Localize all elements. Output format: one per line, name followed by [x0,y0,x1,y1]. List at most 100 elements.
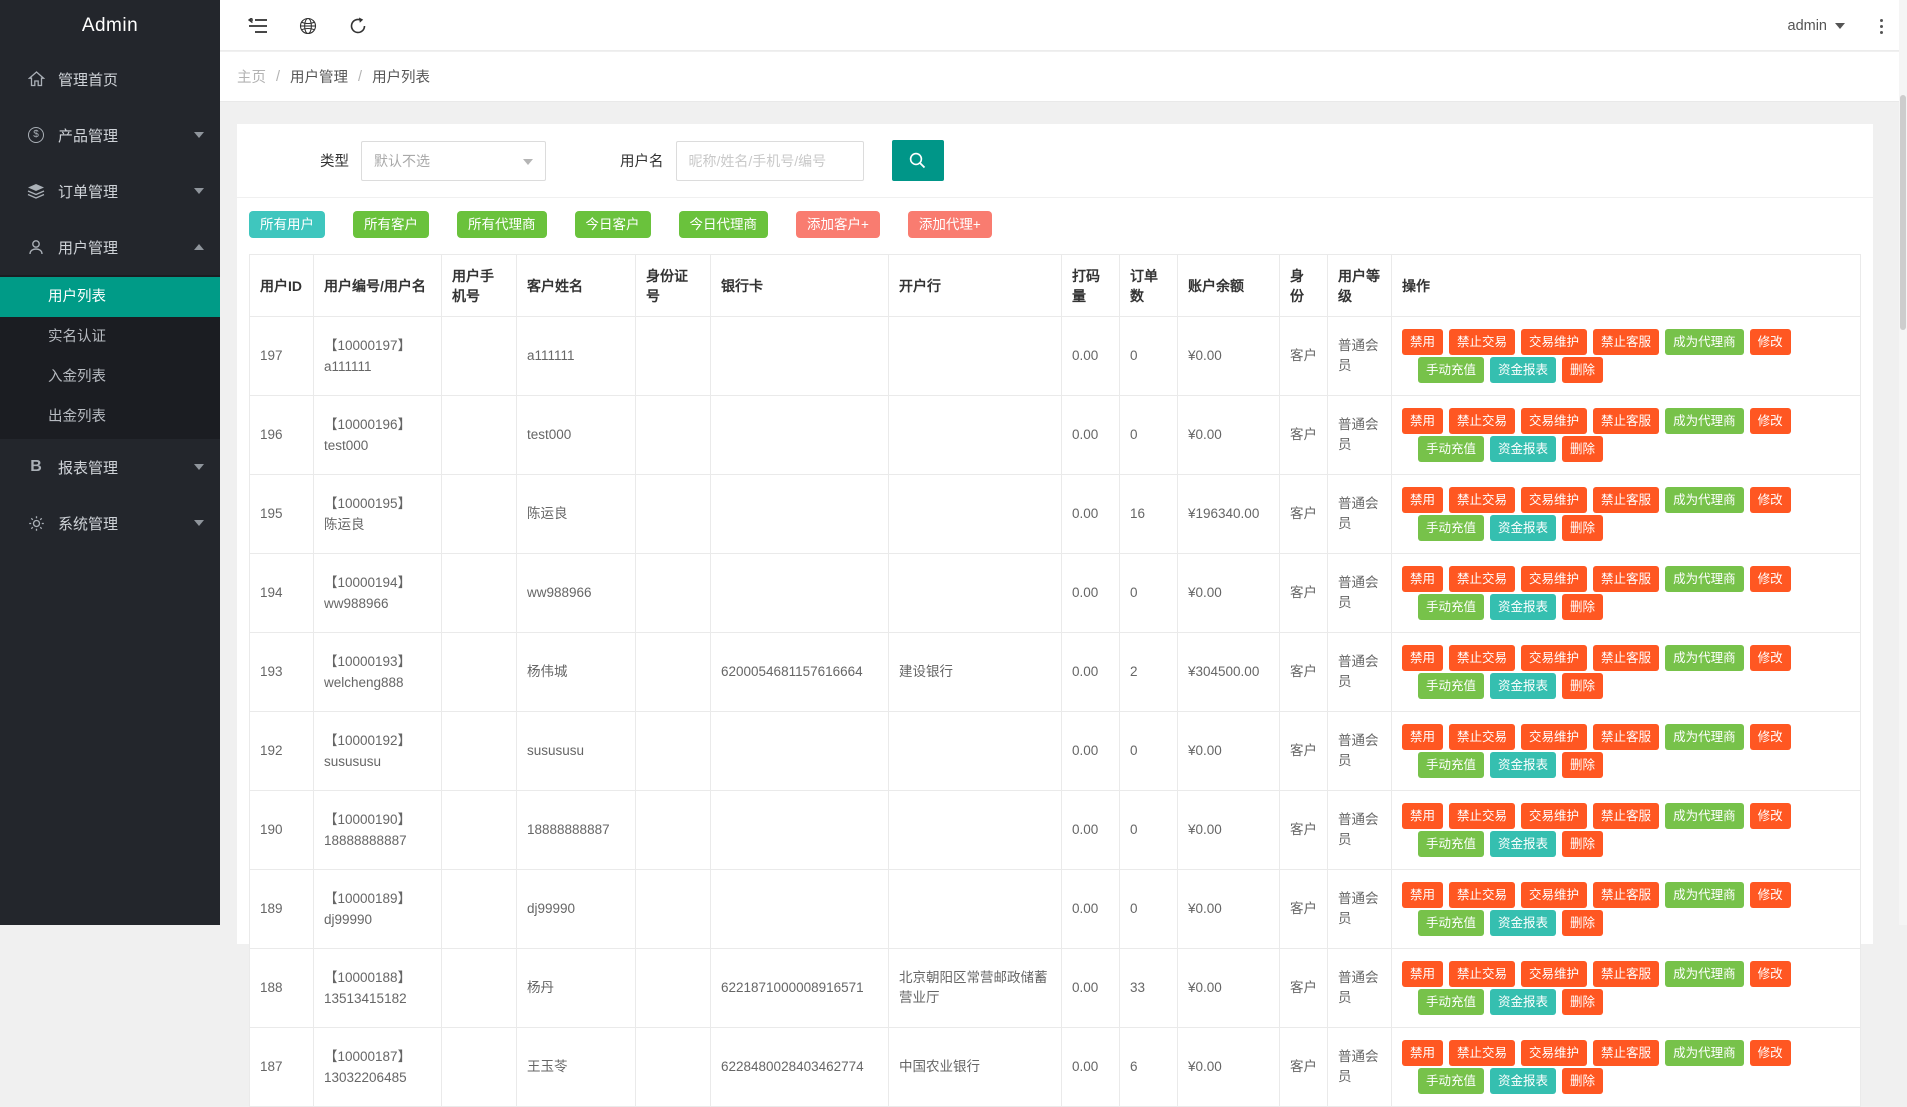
op-delete-button[interactable]: 删除 [1562,752,1603,778]
op-forbid-trade-button[interactable]: 禁止交易 [1449,329,1515,355]
op-manual-recharge-button[interactable]: 手动充值 [1418,673,1484,699]
op-forbid-service-button[interactable]: 禁止客服 [1593,408,1659,434]
op-fund-report-button[interactable]: 资金报表 [1490,357,1556,383]
sidebar-item-users[interactable]: 用户管理 [0,219,220,275]
scrollbar[interactable] [1899,0,1907,925]
op-fund-report-button[interactable]: 资金报表 [1490,752,1556,778]
op-manual-recharge-button[interactable]: 手动充值 [1418,989,1484,1015]
op-delete-button[interactable]: 删除 [1562,436,1603,462]
op-disable-button[interactable]: 禁用 [1402,487,1443,513]
all-customers-button[interactable]: 所有客户 [353,211,429,238]
op-become-agent-button[interactable]: 成为代理商 [1665,487,1744,513]
op-trade-maintain-button[interactable]: 交易维护 [1521,803,1587,829]
op-forbid-service-button[interactable]: 禁止客服 [1593,961,1659,987]
op-become-agent-button[interactable]: 成为代理商 [1665,1040,1744,1066]
op-disable-button[interactable]: 禁用 [1402,803,1443,829]
op-trade-maintain-button[interactable]: 交易维护 [1521,329,1587,355]
breadcrumb-home[interactable]: 主页 [237,66,266,87]
sidebar-item-system[interactable]: 系统管理 [0,495,220,551]
op-edit-button[interactable]: 修改 [1750,1040,1791,1066]
op-disable-button[interactable]: 禁用 [1402,882,1443,908]
op-edit-button[interactable]: 修改 [1750,724,1791,750]
op-become-agent-button[interactable]: 成为代理商 [1665,566,1744,592]
op-disable-button[interactable]: 禁用 [1402,724,1443,750]
kebab-menu-icon[interactable] [1873,15,1889,37]
op-manual-recharge-button[interactable]: 手动充值 [1418,752,1484,778]
op-disable-button[interactable]: 禁用 [1402,961,1443,987]
op-forbid-service-button[interactable]: 禁止客服 [1593,487,1659,513]
op-become-agent-button[interactable]: 成为代理商 [1665,724,1744,750]
op-manual-recharge-button[interactable]: 手动充值 [1418,436,1484,462]
op-fund-report-button[interactable]: 资金报表 [1490,910,1556,936]
sidebar-item-reports[interactable]: B 报表管理 [0,439,220,495]
op-fund-report-button[interactable]: 资金报表 [1490,515,1556,541]
op-forbid-service-button[interactable]: 禁止客服 [1593,329,1659,355]
op-become-agent-button[interactable]: 成为代理商 [1665,645,1744,671]
op-disable-button[interactable]: 禁用 [1402,408,1443,434]
op-edit-button[interactable]: 修改 [1750,961,1791,987]
op-forbid-trade-button[interactable]: 禁止交易 [1449,566,1515,592]
op-forbid-trade-button[interactable]: 禁止交易 [1449,724,1515,750]
op-manual-recharge-button[interactable]: 手动充值 [1418,357,1484,383]
op-delete-button[interactable]: 删除 [1562,1068,1603,1094]
user-menu[interactable]: admin [1788,0,1846,51]
op-forbid-service-button[interactable]: 禁止客服 [1593,882,1659,908]
op-trade-maintain-button[interactable]: 交易维护 [1521,882,1587,908]
op-forbid-service-button[interactable]: 禁止客服 [1593,724,1659,750]
username-input[interactable] [676,141,864,181]
op-forbid-service-button[interactable]: 禁止客服 [1593,803,1659,829]
op-edit-button[interactable]: 修改 [1750,566,1791,592]
add-customer-button[interactable]: 添加客户+ [796,211,880,238]
sidebar-item-user-list[interactable]: 用户列表 [0,277,220,317]
op-fund-report-button[interactable]: 资金报表 [1490,989,1556,1015]
op-fund-report-button[interactable]: 资金报表 [1490,594,1556,620]
op-disable-button[interactable]: 禁用 [1402,1040,1443,1066]
op-delete-button[interactable]: 删除 [1562,831,1603,857]
op-fund-report-button[interactable]: 资金报表 [1490,1068,1556,1094]
sidebar-item-orders[interactable]: 订单管理 [0,163,220,219]
op-manual-recharge-button[interactable]: 手动充值 [1418,910,1484,936]
op-manual-recharge-button[interactable]: 手动充值 [1418,1068,1484,1094]
op-forbid-trade-button[interactable]: 禁止交易 [1449,487,1515,513]
op-manual-recharge-button[interactable]: 手动充值 [1418,594,1484,620]
op-fund-report-button[interactable]: 资金报表 [1490,831,1556,857]
op-delete-button[interactable]: 删除 [1562,910,1603,936]
refresh-icon[interactable] [346,14,370,38]
op-trade-maintain-button[interactable]: 交易维护 [1521,566,1587,592]
op-forbid-trade-button[interactable]: 禁止交易 [1449,408,1515,434]
collapse-menu-icon[interactable] [246,14,270,38]
op-delete-button[interactable]: 删除 [1562,673,1603,699]
sidebar-item-real-name-auth[interactable]: 实名认证 [0,317,220,357]
op-forbid-service-button[interactable]: 禁止客服 [1593,645,1659,671]
type-select[interactable]: 默认不选 [361,141,546,181]
op-fund-report-button[interactable]: 资金报表 [1490,436,1556,462]
op-forbid-trade-button[interactable]: 禁止交易 [1449,1040,1515,1066]
all-users-button[interactable]: 所有用户 [249,211,325,238]
op-become-agent-button[interactable]: 成为代理商 [1665,329,1744,355]
op-fund-report-button[interactable]: 资金报表 [1490,673,1556,699]
op-trade-maintain-button[interactable]: 交易维护 [1521,408,1587,434]
op-forbid-trade-button[interactable]: 禁止交易 [1449,961,1515,987]
op-trade-maintain-button[interactable]: 交易维护 [1521,961,1587,987]
globe-icon[interactable] [296,14,320,38]
op-trade-maintain-button[interactable]: 交易维护 [1521,487,1587,513]
op-become-agent-button[interactable]: 成为代理商 [1665,408,1744,434]
op-disable-button[interactable]: 禁用 [1402,329,1443,355]
op-delete-button[interactable]: 删除 [1562,515,1603,541]
op-disable-button[interactable]: 禁用 [1402,566,1443,592]
op-forbid-trade-button[interactable]: 禁止交易 [1449,882,1515,908]
op-forbid-service-button[interactable]: 禁止客服 [1593,1040,1659,1066]
sidebar-item-deposit-list[interactable]: 入金列表 [0,357,220,397]
op-delete-button[interactable]: 删除 [1562,594,1603,620]
op-become-agent-button[interactable]: 成为代理商 [1665,882,1744,908]
op-trade-maintain-button[interactable]: 交易维护 [1521,1040,1587,1066]
search-button[interactable] [892,140,944,181]
op-forbid-trade-button[interactable]: 禁止交易 [1449,803,1515,829]
sidebar-item-products[interactable]: $ 产品管理 [0,107,220,163]
op-manual-recharge-button[interactable]: 手动充值 [1418,831,1484,857]
op-edit-button[interactable]: 修改 [1750,803,1791,829]
all-agents-button[interactable]: 所有代理商 [457,211,547,238]
op-manual-recharge-button[interactable]: 手动充值 [1418,515,1484,541]
op-edit-button[interactable]: 修改 [1750,882,1791,908]
op-edit-button[interactable]: 修改 [1750,487,1791,513]
